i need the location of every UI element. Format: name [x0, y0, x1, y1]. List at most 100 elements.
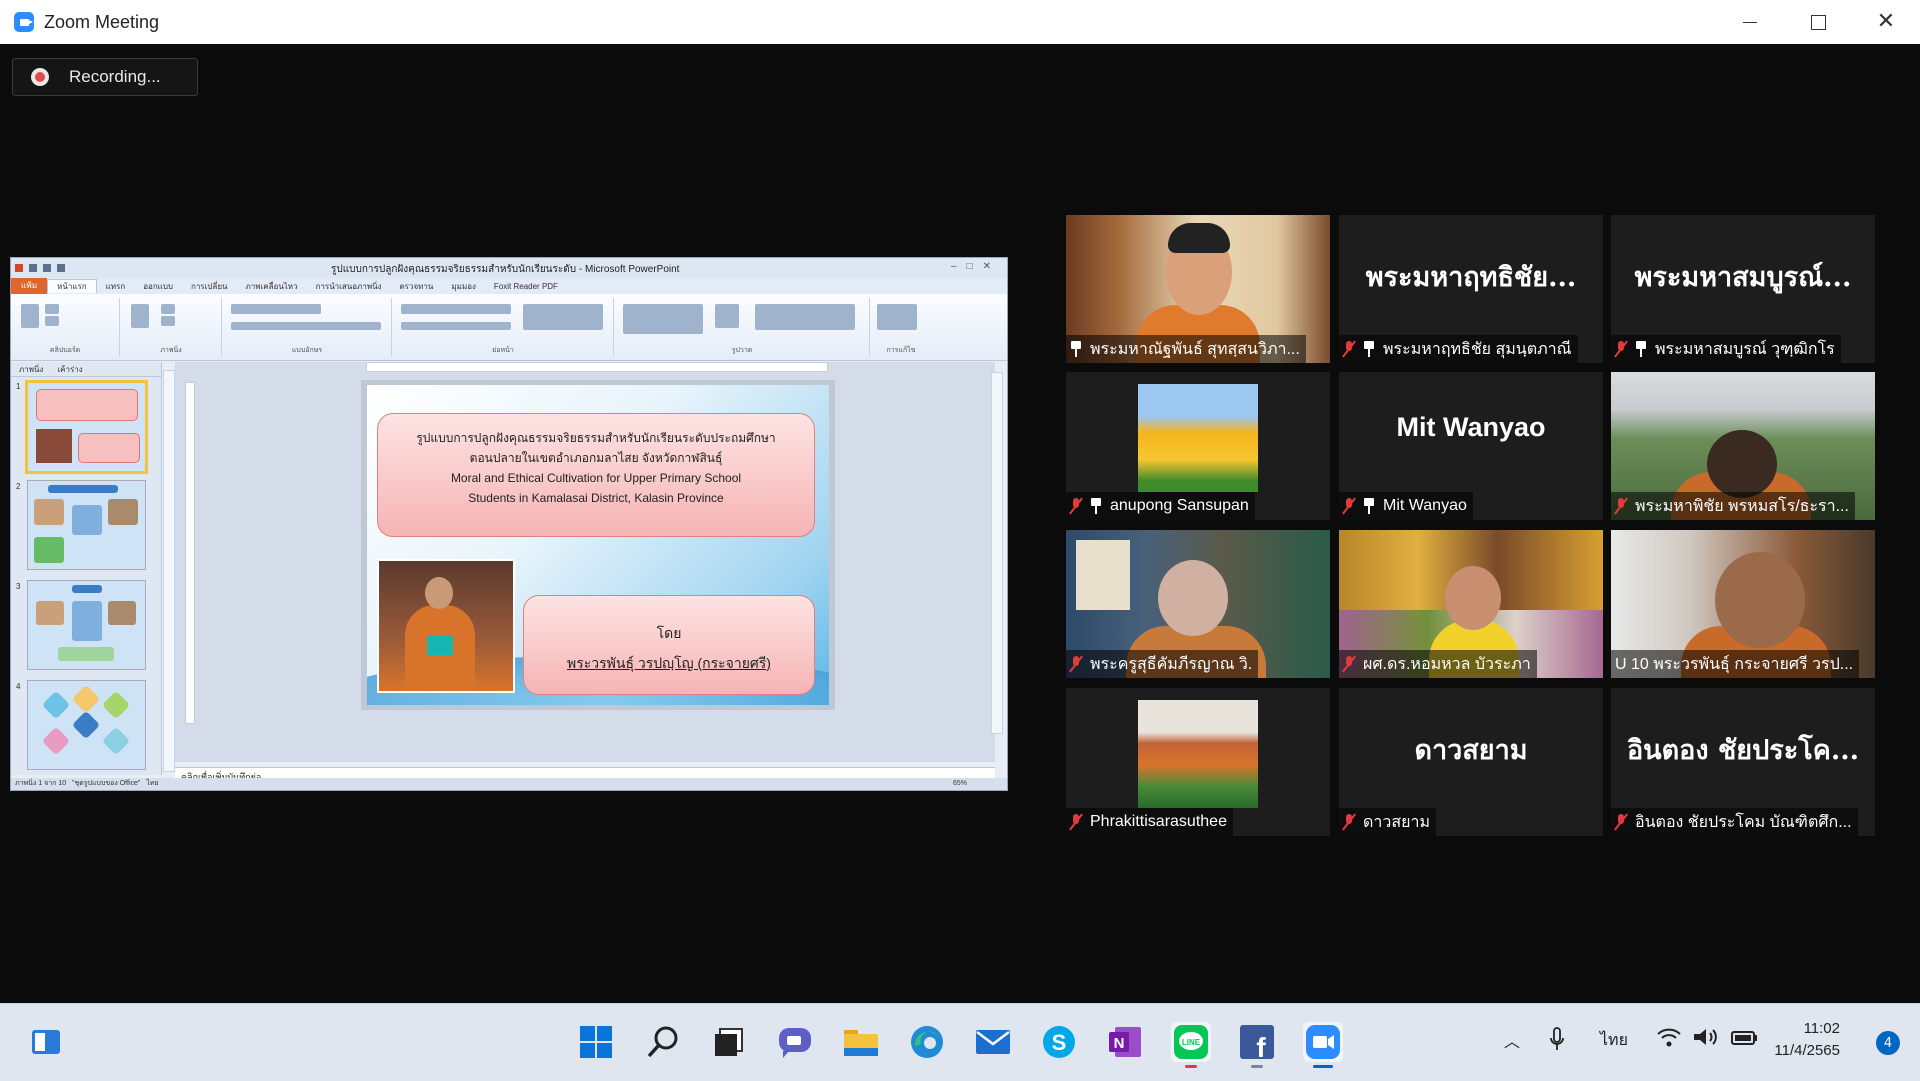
- undo-icon: [43, 264, 51, 272]
- participant-name: ผศ.ดร.หอมหวล บัวระภา: [1363, 655, 1531, 673]
- redo-icon: [57, 264, 65, 272]
- ribbon-group-slides: ภาพนิ่ง: [121, 298, 222, 356]
- participant-display-name: ดาวสยาม: [1414, 735, 1528, 766]
- quick-access-toolbar: [11, 264, 85, 272]
- ppt-tab: การเปลี่ยน: [190, 281, 228, 291]
- vertical-ruler: [185, 382, 195, 724]
- portrait-frame: [1076, 540, 1130, 610]
- microphone-button[interactable]: [1548, 1026, 1566, 1057]
- participant-tile-active-speaker[interactable]: U 10 พระวรพันธุ์ กระจายศรี วรป...: [1611, 530, 1875, 678]
- participant-tile[interactable]: พระมหาพิชัย พรหมสโร/ธะรา...: [1611, 372, 1875, 520]
- chat-button[interactable]: [775, 1022, 815, 1062]
- app-running-indicator: [1251, 1065, 1263, 1068]
- skype-button[interactable]: S: [1039, 1022, 1079, 1062]
- task-view-button[interactable]: [709, 1022, 749, 1062]
- ppt-tab: การนำเสนอภาพนิ่ง: [315, 281, 382, 291]
- search-button[interactable]: [643, 1022, 683, 1062]
- ribbon-group-editing: การแก้ไข: [871, 298, 931, 356]
- participant-tile[interactable]: อินตอง ชัยประโค... อินตอง ชัยประโคม บัณฑ…: [1611, 688, 1875, 836]
- ppt-tab: แฟ้ม: [11, 278, 48, 294]
- participant-name: พระครูสุธีคัมภีรญาณ วิ.: [1090, 655, 1253, 673]
- input-language-button[interactable]: ไทย: [1600, 1028, 1628, 1053]
- window-title: Zoom Meeting: [44, 11, 160, 32]
- participant-tile[interactable]: Mit Wanyao Mit Wanyao: [1339, 372, 1603, 520]
- facebook-button[interactable]: f: [1237, 1022, 1277, 1068]
- slide-scrollbar: [991, 372, 1003, 734]
- volume-button[interactable]: [1692, 1026, 1720, 1053]
- slide-by-label: โดย: [656, 625, 682, 641]
- svg-text:N: N: [1114, 1035, 1125, 1052]
- start-button[interactable]: [576, 1022, 616, 1062]
- minimize-button[interactable]: [1716, 0, 1784, 44]
- pin-icon: [1363, 498, 1375, 514]
- slide-thumbnail: [27, 680, 146, 770]
- mail-button[interactable]: [973, 1022, 1013, 1062]
- onenote-button[interactable]: N: [1105, 1022, 1145, 1062]
- battery-button[interactable]: [1730, 1026, 1760, 1053]
- participant-tile[interactable]: พระมหาฤทธิชัย... พระมหาฤทธิชัย สุมนฺตภาณ…: [1339, 215, 1603, 363]
- windows-taskbar: S N LINE f ︿ ไทย 11:02 11/4/2565 4: [0, 1003, 1920, 1081]
- chevron-up-icon: ︿: [1504, 1034, 1521, 1051]
- participant-tile[interactable]: พระมหาณัฐพันธ์ สุทสฺสนวิภา...: [1066, 215, 1330, 363]
- shared-screen: รูปแบบการปลูกฝังคุณธรรมจริยธรรมสำหรับนัก…: [10, 257, 1008, 791]
- line-button[interactable]: LINE: [1171, 1022, 1211, 1068]
- participant-name-bar: ผศ.ดร.หอมหวล บัวระภา: [1339, 650, 1537, 678]
- participant-name-bar: พระมหาฤทธิชัย สุมนฺตภาณี: [1339, 335, 1578, 363]
- widgets-button[interactable]: [26, 1022, 66, 1062]
- ppt-tab: หน้าแรก: [47, 279, 97, 293]
- volume-icon: [1694, 1029, 1717, 1045]
- record-icon: [31, 68, 49, 86]
- participant-tile[interactable]: ดาวสยาม ดาวสยาม: [1339, 688, 1603, 836]
- participant-name: พระมหาสมบูรณ์ วุฑฺฒิกโร: [1655, 340, 1835, 358]
- ppt-ribbon-tabs: แฟ้ม หน้าแรก แทรก ออกแบบ การเปลี่ยน ภาพเ…: [11, 278, 1007, 294]
- slide-number: 4: [16, 682, 21, 691]
- participant-tile[interactable]: Phrakittisarasuthee: [1066, 688, 1330, 836]
- zoom-button[interactable]: [1303, 1022, 1343, 1068]
- participant-tile[interactable]: anupong Sansupan: [1066, 372, 1330, 520]
- pin-icon: [1070, 341, 1082, 357]
- participant-tile[interactable]: พระครูสุธีคัมภีรญาณ วิ.: [1066, 530, 1330, 678]
- ppt-body: ภาพนิ่ง เค้าร่าง 1 2 3 4 รูปแบบการปลูกฝั…: [11, 362, 1007, 790]
- participant-name: ดาวสยาม: [1363, 813, 1431, 831]
- slide-title-thai-2: ตอนปลายในเขตอำเภอกมลาไสย จังหวัดกาฬสินธุ…: [469, 451, 723, 465]
- participant-name-bar: อินตอง ชัยประโคม บัณฑิตศึก...: [1611, 808, 1858, 836]
- participant-tile[interactable]: พระมหาสมบูรณ์... พระมหาสมบูรณ์ วุฑฺฒิกโร: [1611, 215, 1875, 363]
- slide-number: 2: [16, 482, 21, 491]
- slide-title-box: รูปแบบการปลูกฝังคุณธรรมจริยธรรมสำหรับนัก…: [377, 413, 815, 537]
- svg-text:S: S: [1052, 1030, 1067, 1055]
- file-explorer-button[interactable]: [841, 1022, 881, 1062]
- participant-name: U 10 พระวรพันธุ์ กระจายศรี วรป...: [1615, 655, 1854, 673]
- ppt-tab: ภาพเคลื่อนไหว: [245, 281, 298, 291]
- status-zoom: 65%: [952, 780, 967, 787]
- wifi-button[interactable]: [1656, 1026, 1682, 1053]
- show-hidden-icons-button[interactable]: ︿: [1504, 1028, 1520, 1052]
- ppt-title-bar: รูปแบบการปลูกฝังคุณธรรมจริยธรรมสำหรับนัก…: [11, 258, 1007, 278]
- clock-button[interactable]: 11:02 11/4/2565: [1774, 1018, 1840, 1062]
- participant-name-bar: พระมหาสมบูรณ์ วุฑฺฒิกโร: [1611, 335, 1841, 363]
- recording-indicator[interactable]: Recording...: [12, 58, 198, 96]
- ppt-status-bar: ภาพนิ่ง 1 จาก 10 "ชุดรูปแบบของ Office" ไ…: [11, 778, 1007, 790]
- notification-badge[interactable]: 4: [1876, 1031, 1900, 1055]
- mic-muted-icon: [1343, 655, 1355, 673]
- slide-number: 1: [16, 382, 21, 391]
- participant-name-bar: U 10 พระวรพันธุ์ กระจายศรี วรป...: [1611, 650, 1860, 678]
- maximize-button[interactable]: [1784, 0, 1852, 44]
- mic-muted-icon: [1343, 340, 1355, 358]
- minimize-icon: [1743, 21, 1757, 23]
- ppt-ribbon: คลิปบอร์ด ภาพนิ่ง แบบอักษร ย่อหน้า รูปวา…: [11, 294, 1007, 361]
- participant-name: พระมหาฤทธิชัย สุมนฺตภาณี: [1383, 340, 1572, 358]
- ppt-document-title: รูปแบบการปลูกฝังคุณธรรมจริยธรรมสำหรับนัก…: [331, 264, 680, 275]
- zoom-icon: [1306, 1025, 1340, 1059]
- slide-title-english-1: Moral and Ethical Cultivation for Upper …: [450, 471, 742, 485]
- mic-muted-icon: [1070, 497, 1082, 515]
- wifi-icon: [1657, 1028, 1681, 1047]
- slide-title-thai-1: รูปแบบการปลูกฝังคุณธรรมจริยธรรมสำหรับนัก…: [416, 431, 776, 445]
- widgets-icon: [32, 1030, 60, 1054]
- app-running-indicator: [1185, 1065, 1197, 1068]
- temple-picture: [1138, 700, 1258, 808]
- participant-tile[interactable]: ผศ.ดร.หอมหวล บัวระภา: [1339, 530, 1603, 678]
- close-button[interactable]: ✕: [1852, 0, 1920, 44]
- participant-name: anupong Sansupan: [1110, 497, 1249, 514]
- status-language: ไทย: [146, 780, 159, 787]
- edge-button[interactable]: [907, 1022, 947, 1062]
